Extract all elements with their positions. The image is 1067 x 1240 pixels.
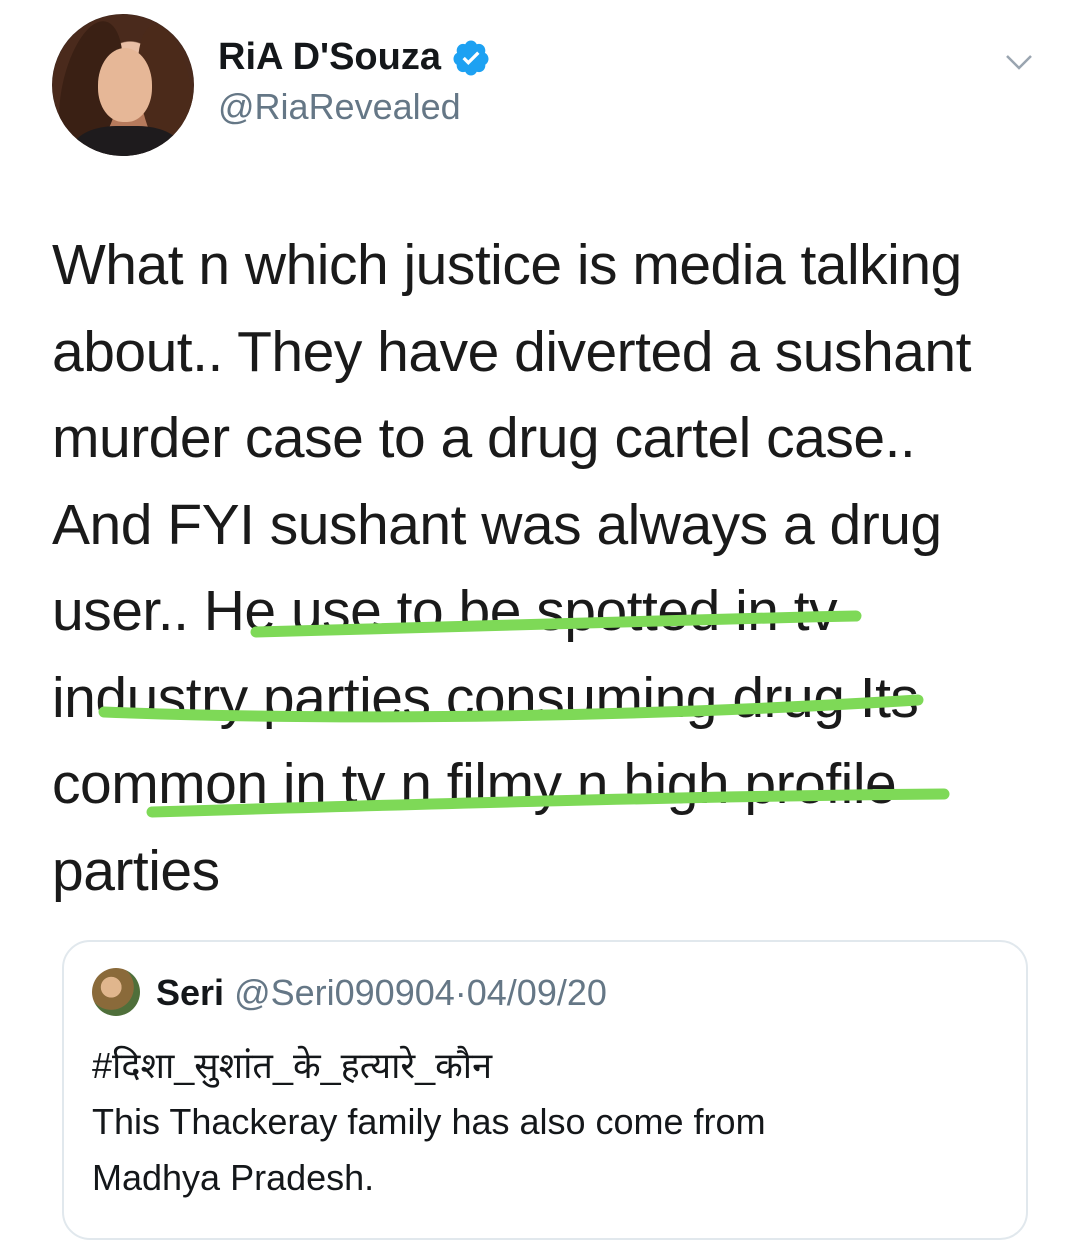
quoted-author-avatar — [92, 968, 140, 1016]
quoted-author-handle: @Seri090904 — [234, 972, 455, 1013]
tweet-line: What n which justice is media talking — [52, 233, 962, 297]
quoted-author-name: Seri — [156, 972, 225, 1013]
author-name[interactable]: RiA D'Souza — [218, 36, 441, 79]
tweet-line: murder case to a drug cartel case.. — [52, 406, 916, 470]
tweet-line: And FYI sushant was always a drug — [52, 492, 942, 557]
tweet-line: user.. He use to be spotted in tv — [52, 579, 838, 643]
quoted-tweet-header: Seri @Seri090904·04/09/20 — [156, 972, 607, 1014]
tweet-line: industry parties consuming drug Its — [52, 665, 919, 730]
quoted-line: Madhya Pradesh. — [92, 1157, 375, 1198]
author-avatar[interactable] — [52, 14, 194, 156]
chevron-down-icon[interactable] — [1004, 50, 1034, 74]
author-handle[interactable]: @RiaRevealed — [218, 86, 461, 128]
quoted-line: This Thackeray family has also come from — [92, 1101, 766, 1142]
author-name-row: RiA D'Souza — [218, 36, 491, 79]
tweet-text: What n which justice is media talking ab… — [52, 222, 1012, 914]
tweet-line: about.. They have diverted a sushant — [52, 319, 971, 384]
header-separator: · — [454, 972, 467, 1013]
quoted-hashtag[interactable]: #दिशा_सुशांत_के_हत्यारे_कौन — [92, 1038, 992, 1094]
verified-badge-icon — [453, 40, 489, 75]
tweet-line: common in tv n filmy n high profile — [52, 752, 897, 816]
quoted-tweet-date: 04/09/20 — [466, 972, 607, 1013]
tweet-line: parties — [52, 838, 220, 903]
quoted-tweet-text: #दिशा_सुशांत_के_हत्यारे_कौन This Thacker… — [92, 1038, 992, 1206]
quoted-tweet-card[interactable]: Seri @Seri090904·04/09/20 #दिशा_सुशांत_क… — [62, 940, 1028, 1240]
